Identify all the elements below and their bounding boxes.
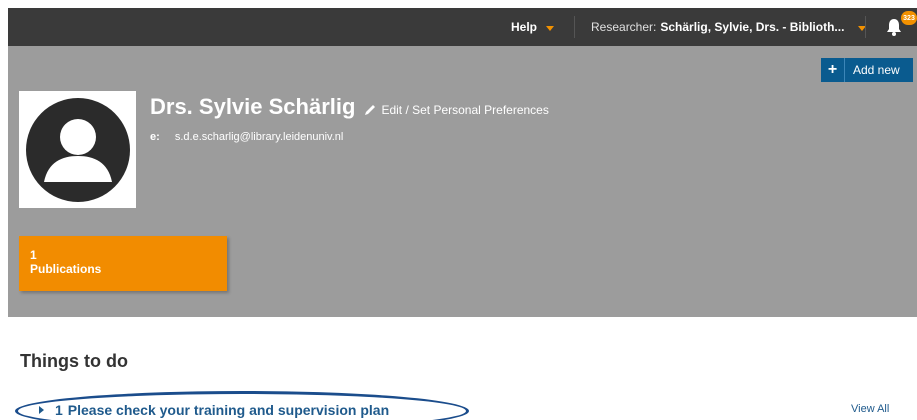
todo-item-count: 1: [55, 402, 63, 418]
email-value[interactable]: s.d.e.scharlig@library.leidenuniv.nl: [175, 131, 344, 143]
avatar: [19, 91, 136, 208]
publications-tile[interactable]: 1 Publications: [19, 236, 227, 291]
help-label: Help: [511, 20, 538, 34]
researcher-prefix: Researcher:: [591, 20, 657, 34]
email-row: e: s.d.e.scharlig@library.leidenuniv.nl: [150, 131, 343, 143]
nav-divider: [865, 16, 866, 38]
profile-name-row: Drs. Sylvie Schärlig Edit / Set Personal…: [150, 94, 549, 120]
plus-icon: +: [821, 58, 845, 82]
profile-name: Drs. Sylvie Schärlig: [150, 94, 356, 119]
researcher-name: Schärlig, Sylvie, Drs. - Biblioth...: [660, 20, 845, 34]
nav-divider: [574, 16, 575, 38]
view-all-link[interactable]: View All: [851, 403, 889, 415]
email-label: e:: [150, 131, 160, 143]
todo-item-text: Please check your training and supervisi…: [67, 402, 390, 418]
edit-preferences-link[interactable]: Edit / Set Personal Preferences: [381, 103, 548, 117]
bell-icon[interactable]: [886, 18, 902, 36]
add-new-button[interactable]: + Add new: [821, 58, 913, 82]
chevron-down-icon: [546, 25, 555, 31]
top-navigation-bar: Help Researcher: Schärlig, Sylvie, Drs. …: [8, 8, 917, 46]
publications-label: Publications: [30, 262, 102, 276]
help-menu[interactable]: Help: [511, 8, 555, 46]
notification-badge: 323: [901, 11, 917, 25]
pencil-icon[interactable]: [364, 103, 377, 116]
add-new-label: Add new: [853, 63, 900, 77]
researcher-menu[interactable]: Researcher: Schärlig, Sylvie, Drs. - Bib…: [591, 8, 867, 46]
user-avatar-icon: [25, 97, 130, 202]
triangle-right-icon: [39, 406, 44, 414]
todo-item-training-plan[interactable]: 1 Please check your training and supervi…: [39, 402, 389, 418]
profile-header: + Add new Drs. Sylvie Schärlig Edit / Se…: [8, 46, 917, 317]
publications-count: 1: [30, 248, 37, 262]
things-to-do-heading: Things to do: [20, 351, 128, 371]
